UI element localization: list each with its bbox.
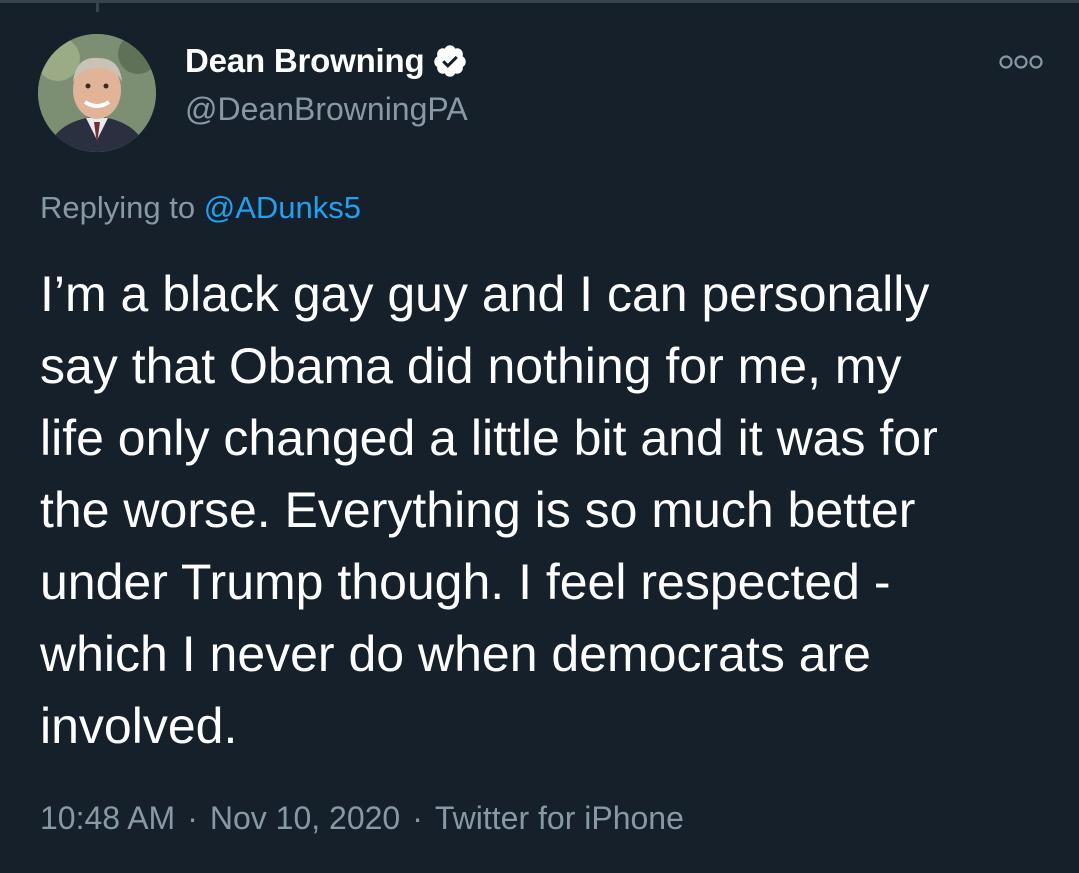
author-name-row[interactable]: Dean Browning bbox=[185, 41, 468, 81]
author-display-name[interactable]: Dean Browning bbox=[185, 42, 425, 80]
meta-separator: · bbox=[187, 800, 198, 836]
tweet-date[interactable]: Nov 10, 2020 bbox=[210, 800, 400, 836]
verified-badge-icon bbox=[434, 45, 467, 77]
replying-to-line: Replying to @ADunks5 bbox=[40, 190, 361, 226]
more-options-icon[interactable] bbox=[998, 52, 1044, 72]
avatar-photo bbox=[38, 34, 156, 152]
thread-connector bbox=[96, 0, 99, 12]
replying-prefix: Replying to bbox=[40, 190, 196, 225]
replying-to-mention[interactable]: @ADunks5 bbox=[204, 190, 361, 225]
author-handle[interactable]: @DeanBrowningPA bbox=[185, 91, 468, 128]
thread-divider bbox=[0, 0, 1079, 3]
tweet-body: I’m a black gay guy and I can personally… bbox=[40, 266, 938, 754]
tweet-source[interactable]: Twitter for iPhone bbox=[435, 800, 684, 836]
avatar[interactable] bbox=[38, 34, 156, 152]
tweet-metadata: 10:48 AM · Nov 10, 2020 · Twitter for iPhone bbox=[40, 800, 684, 837]
meta-separator: · bbox=[412, 800, 423, 836]
tweet-time[interactable]: 10:48 AM bbox=[40, 800, 175, 836]
